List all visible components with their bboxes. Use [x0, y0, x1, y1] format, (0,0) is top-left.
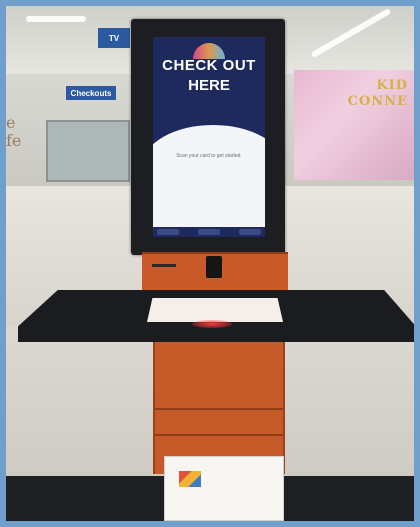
card-reader[interactable]: [206, 256, 222, 278]
checkout-title: CHECK OUT: [162, 57, 256, 74]
kiosk-monitor: CHECK OUT HERE Scan your card to get sta…: [131, 19, 285, 255]
pedestal-seam: [155, 434, 283, 436]
screen-button[interactable]: [157, 229, 179, 235]
pedestal-seam: [155, 408, 283, 410]
mural-lettering: KID CONNE: [347, 78, 408, 109]
screen-button[interactable]: [239, 229, 261, 235]
photo-scene: TV Checkouts e fe KID CONNE CHECK OUT HE…: [6, 6, 414, 521]
scan-pad: [147, 298, 283, 322]
ceiling-light: [310, 7, 392, 59]
screen-footer: [153, 227, 265, 237]
wall-sign: Checkouts: [66, 86, 116, 100]
library-logo-panel: [164, 456, 284, 521]
kiosk-pedestal: [153, 342, 285, 474]
wall-sign: TV: [98, 28, 130, 48]
receipt-slot: [152, 264, 176, 267]
back-window: [46, 120, 130, 182]
kiosk-screen[interactable]: CHECK OUT HERE Scan your card to get sta…: [153, 37, 265, 237]
screen-button[interactable]: [198, 229, 220, 235]
kids-mural: KID CONNE: [294, 70, 414, 180]
checkout-title-here: HERE: [188, 77, 230, 94]
scanner-light: [192, 320, 232, 328]
library-logo-icon: [179, 471, 201, 487]
scan-instruction: Scan your card to get started.: [176, 153, 242, 159]
wall-lettering: e fe: [6, 113, 22, 150]
ceiling-light: [26, 16, 86, 22]
